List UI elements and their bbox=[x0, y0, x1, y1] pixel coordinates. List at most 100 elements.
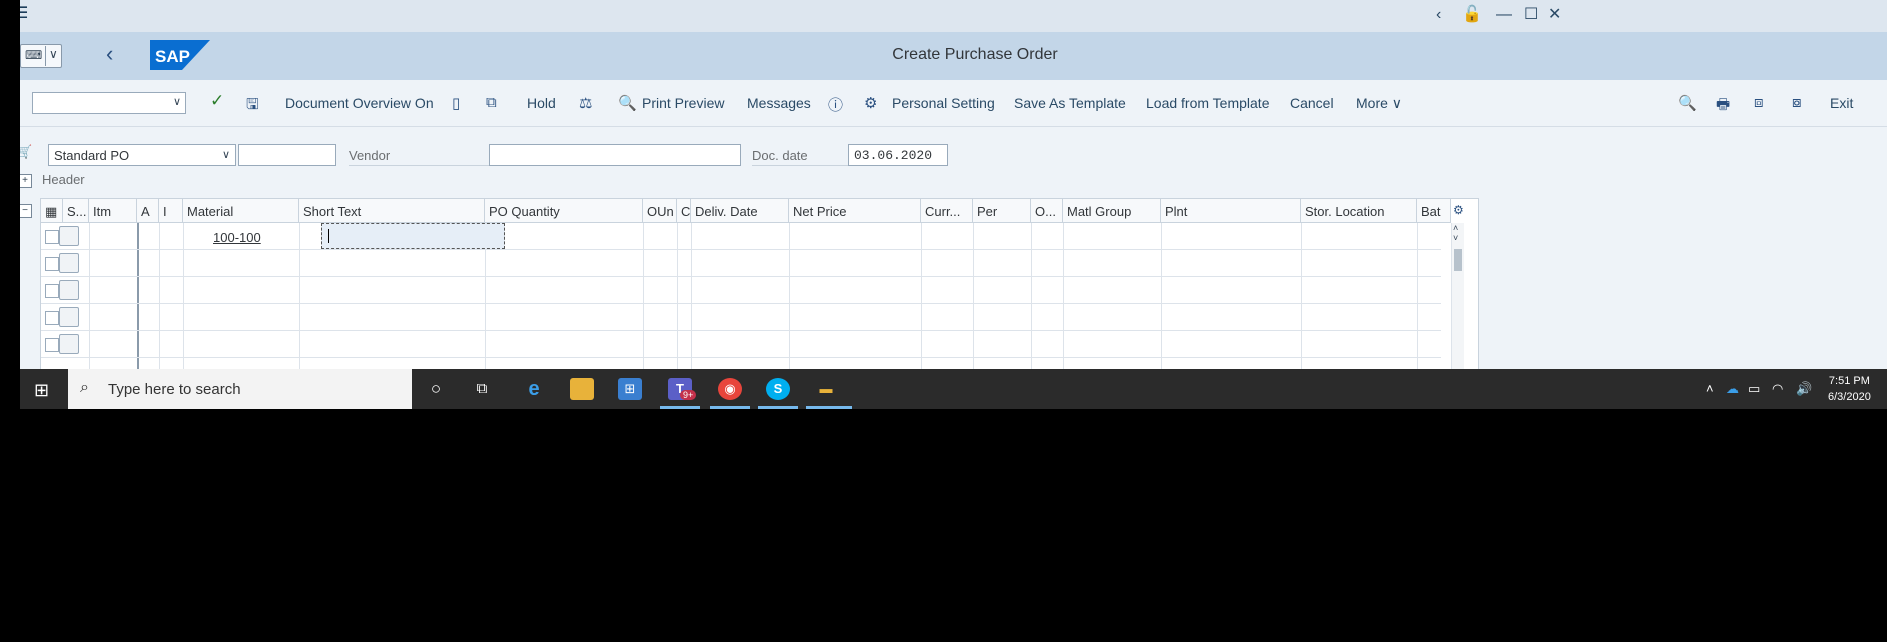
col-c[interactable]: C bbox=[677, 199, 691, 223]
app-toolbar: ∨ ✓ 🖫 Document Overview On ▯ ⧉ Hold ⚖ 🔍 … bbox=[20, 80, 1887, 127]
minimize-icon[interactable]: — bbox=[1496, 6, 1512, 24]
scroll-down-icon[interactable]: ˅ bbox=[1453, 233, 1458, 243]
collapse-items-icon[interactable]: − bbox=[20, 204, 32, 218]
col-stor-location[interactable]: Stor. Location bbox=[1301, 199, 1417, 223]
back-nav-icon[interactable]: ‹ bbox=[1436, 6, 1441, 24]
row-selector[interactable] bbox=[59, 253, 79, 273]
search-icon[interactable]: 🔍 bbox=[1678, 94, 1697, 112]
sap-gui-icon[interactable]: ▬ bbox=[814, 378, 838, 400]
clock-date: 6/3/2020 bbox=[1828, 391, 1871, 403]
battery-icon[interactable]: ▭ bbox=[1748, 381, 1760, 397]
hold-button[interactable]: Hold bbox=[527, 95, 556, 111]
taskbar-search[interactable]: ⌕ Type here to search bbox=[68, 369, 412, 409]
cart-icon[interactable]: 🛒 bbox=[20, 144, 36, 162]
new-document-icon[interactable]: ▯ bbox=[452, 94, 460, 112]
windows-start-icon[interactable]: ⊞ bbox=[34, 380, 49, 401]
other-document-icon[interactable]: ⧉ bbox=[486, 94, 497, 111]
col-item[interactable]: Itm bbox=[89, 199, 137, 223]
chrome-icon[interactable]: ◉ bbox=[718, 378, 742, 400]
check-balance-icon[interactable]: ⚖ bbox=[579, 94, 592, 112]
lock-icon[interactable]: 🔓 bbox=[1462, 6, 1482, 24]
table-settings-icon[interactable]: ⚙ bbox=[1453, 203, 1464, 217]
col-po-quantity[interactable]: PO Quantity bbox=[485, 199, 643, 223]
cortana-icon[interactable]: ○ bbox=[424, 378, 448, 400]
chevron-up-icon[interactable]: ˄ bbox=[1706, 381, 1714, 396]
col-per[interactable]: Per bbox=[973, 199, 1031, 223]
col-oun[interactable]: OUn bbox=[643, 199, 677, 223]
po-number-input[interactable] bbox=[238, 144, 336, 166]
chevron-down-icon: ∨ bbox=[172, 96, 181, 108]
row-selector[interactable] bbox=[59, 334, 79, 354]
action-select[interactable]: ∨ bbox=[32, 92, 186, 114]
volume-icon[interactable]: 🔊 bbox=[1796, 381, 1812, 397]
row-selector[interactable] bbox=[59, 280, 79, 300]
wifi-icon[interactable]: ◠ bbox=[1772, 381, 1783, 397]
col-short-text[interactable]: Short Text bbox=[299, 199, 485, 223]
print-icon[interactable]: 🖶 bbox=[1716, 94, 1730, 119]
windows-taskbar: ⊞ ⌕ Type here to search ○ ⧉ e ⊞ T 9+ ◉ S… bbox=[20, 369, 1887, 409]
new-window-icon[interactable]: ⧈ bbox=[1754, 94, 1764, 111]
col-i[interactable]: I bbox=[159, 199, 183, 223]
col-material[interactable]: Material bbox=[183, 199, 299, 223]
select-all-icon[interactable]: ▦ bbox=[41, 199, 63, 223]
row-selector[interactable] bbox=[59, 307, 79, 327]
print-preview-icon: 🔍 bbox=[618, 95, 637, 112]
onedrive-icon[interactable]: ☁ bbox=[1726, 381, 1739, 397]
col-a[interactable]: A bbox=[137, 199, 159, 223]
row-checkbox[interactable] bbox=[45, 230, 59, 244]
col-batch[interactable]: Bat bbox=[1417, 199, 1451, 223]
po-type-value: Standard PO bbox=[54, 148, 130, 163]
material-cell[interactable]: 100-100 bbox=[213, 230, 261, 245]
store-icon[interactable]: ⊞ bbox=[618, 378, 642, 400]
row-checkbox[interactable] bbox=[45, 284, 59, 298]
short-text-input[interactable] bbox=[321, 223, 505, 249]
row-checkbox[interactable] bbox=[45, 257, 59, 271]
maximize-icon[interactable]: ☐ bbox=[1524, 6, 1538, 24]
messages-button[interactable]: Messages bbox=[747, 95, 811, 111]
menu-icon[interactable]: ☰ bbox=[20, 6, 28, 22]
po-type-select[interactable]: Standard PO ∨ bbox=[48, 144, 236, 166]
items-table: ▦ S... Itm A I Material Short Text PO Qu… bbox=[40, 198, 1479, 369]
window-titlebar: ☰ ‹ 🔓 — ☐ ✕ bbox=[20, 0, 1887, 32]
taskbar-clock[interactable]: 7:51 PM 6/3/2020 bbox=[1828, 373, 1871, 405]
sap-window: ☰ ‹ 🔓 — ☐ ✕ ⌨ ∨ ‹ SAP Create Purchase Or… bbox=[20, 0, 1887, 369]
load-from-template-button[interactable]: Load from Template bbox=[1146, 95, 1269, 111]
col-matl-group[interactable]: Matl Group bbox=[1063, 199, 1161, 223]
col-plant[interactable]: Plnt bbox=[1161, 199, 1301, 223]
personal-setting-icon: ⚙ bbox=[864, 95, 878, 112]
edge-icon[interactable]: e bbox=[522, 378, 546, 400]
row-selector[interactable] bbox=[59, 226, 79, 246]
document-overview-button[interactable]: Document Overview On bbox=[285, 95, 434, 111]
doc-date-label: Doc. date bbox=[752, 148, 848, 166]
customize-layout-icon[interactable]: ⧇ bbox=[1792, 94, 1802, 111]
personal-setting-button[interactable]: Personal Setting bbox=[892, 95, 995, 111]
info-icon[interactable]: ⓘ bbox=[828, 94, 843, 115]
save-as-template-button[interactable]: Save As Template bbox=[1014, 95, 1126, 111]
print-preview-button[interactable]: Print Preview bbox=[642, 95, 724, 111]
table-scrollbar[interactable]: ˄ ˅ bbox=[1451, 223, 1464, 369]
col-o[interactable]: O... bbox=[1031, 199, 1063, 223]
cancel-button[interactable]: Cancel bbox=[1290, 95, 1334, 111]
col-status[interactable]: S... bbox=[63, 199, 89, 223]
header-section-label: Header bbox=[42, 172, 85, 187]
header-row: 🛒 Standard PO ∨ Vendor Doc. date 03.06.2… bbox=[20, 140, 1887, 168]
skype-icon[interactable]: S bbox=[766, 378, 790, 400]
expand-header-icon[interactable]: + bbox=[20, 174, 32, 188]
exit-button[interactable]: Exit bbox=[1830, 95, 1853, 111]
page-title: Create Purchase Order bbox=[892, 46, 1058, 63]
save-icon[interactable]: 🖫 bbox=[246, 94, 259, 119]
doc-date-input[interactable]: 03.06.2020 bbox=[848, 144, 948, 166]
check-icon[interactable]: ✓ bbox=[210, 91, 224, 111]
scroll-thumb[interactable] bbox=[1454, 249, 1462, 271]
col-deliv-date[interactable]: Deliv. Date bbox=[691, 199, 789, 223]
col-net-price[interactable]: Net Price bbox=[789, 199, 921, 223]
task-view-icon[interactable]: ⧉ bbox=[470, 378, 494, 400]
file-explorer-icon[interactable] bbox=[570, 378, 594, 400]
more-button[interactable]: More ∨ bbox=[1356, 95, 1402, 112]
row-checkbox[interactable] bbox=[45, 338, 59, 352]
col-currency[interactable]: Curr... bbox=[921, 199, 973, 223]
close-icon[interactable]: ✕ bbox=[1548, 6, 1561, 24]
scroll-up-icon[interactable]: ˄ bbox=[1453, 223, 1458, 233]
row-checkbox[interactable] bbox=[45, 311, 59, 325]
vendor-input[interactable] bbox=[489, 144, 741, 166]
